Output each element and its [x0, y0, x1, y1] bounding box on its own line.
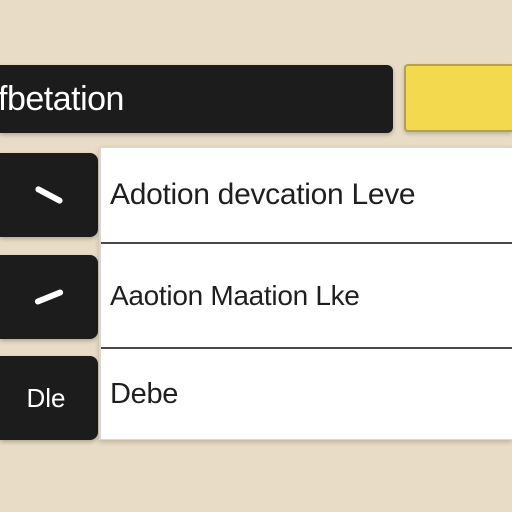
list-item-label: Aaotion Maation Lke: [110, 279, 360, 311]
header-title: fbetation: [0, 79, 124, 118]
list-item-label: Adotion devcation Leve: [110, 178, 416, 211]
list-item[interactable]: Aaotion Maation Lke: [101, 244, 512, 347]
minus-icon: [34, 185, 64, 205]
list-item[interactable]: Debe: [101, 349, 512, 439]
list-item[interactable]: Adotion devcation Leve: [101, 148, 512, 242]
list-panel: Adotion devcation Leve Aaotion Maation L…: [99, 147, 512, 440]
header-bar: fbetation: [0, 65, 393, 133]
row-3-tab-label: Dle: [26, 382, 66, 413]
minus-icon: [33, 288, 65, 306]
row-3-tab-button[interactable]: Dle: [0, 356, 98, 440]
list-item-label: Debe: [110, 377, 179, 410]
row-2-tab-button[interactable]: [0, 255, 98, 339]
row-1-tab-button[interactable]: [0, 153, 98, 237]
yellow-action-button[interactable]: [404, 64, 512, 132]
